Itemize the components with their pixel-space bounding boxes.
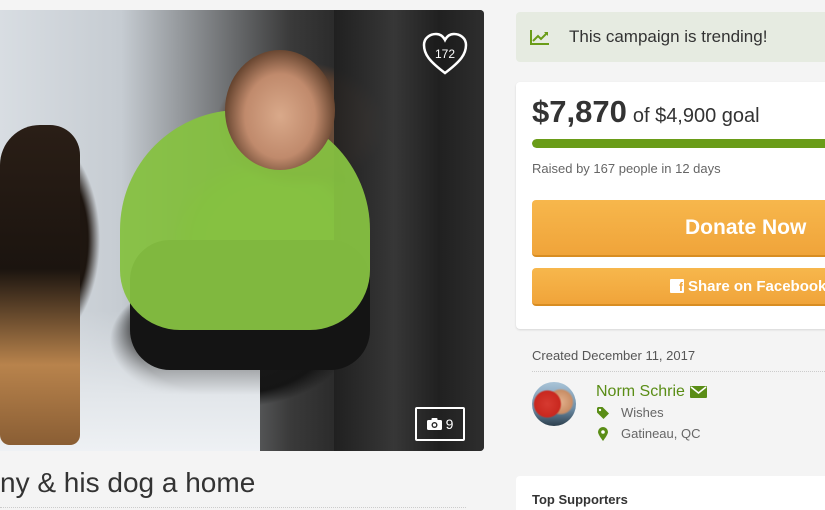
campaign-title: ny & his dog a home	[0, 467, 256, 498]
top-supporters-heading: Top Supporters	[532, 492, 628, 507]
title-divider	[0, 507, 466, 508]
map-marker-icon	[596, 426, 609, 441]
created-date: Created December 11, 2017	[532, 348, 696, 363]
heart-button[interactable]: 172	[421, 32, 469, 76]
campaign-photo[interactable]: 172 9	[0, 10, 484, 451]
organizer-category: Wishes	[621, 405, 664, 420]
tag-icon	[596, 406, 609, 419]
amount-raised: $7,870	[532, 94, 627, 129]
trending-banner: This campaign is trending!	[516, 12, 825, 62]
goal-text: of $4,900 goal	[632, 105, 760, 127]
share-facebook-button[interactable]: f Share on Facebook	[532, 268, 825, 306]
organizer-location-row: Gatineau, QC	[596, 426, 701, 441]
progress-fill	[532, 139, 825, 148]
created-divider	[532, 371, 825, 372]
share-facebook-label: Share on Facebook	[688, 277, 825, 295]
organizer-location: Gatineau, QC	[621, 426, 701, 441]
organizer-name-link[interactable]: Norm Schrie	[596, 383, 707, 401]
organizer-avatar[interactable]	[532, 382, 576, 426]
photo-person-head	[225, 50, 335, 170]
heart-count: 172	[434, 47, 456, 61]
organizer-category-row: Wishes	[596, 405, 664, 420]
photo-count: 9	[445, 416, 454, 432]
trending-chart-icon	[530, 30, 549, 45]
amount-line: $7,870 of $4,900 goal	[532, 94, 760, 130]
top-supporters-card: Top Supporters	[516, 476, 825, 510]
camera-icon	[426, 418, 442, 430]
photo-dog	[0, 125, 80, 445]
photo-gallery-button[interactable]: 9	[415, 407, 465, 441]
donation-card: $7,870 of $4,900 goal Raised by 167 peop…	[516, 82, 825, 329]
facebook-icon: f	[670, 279, 684, 293]
trending-text: This campaign is trending!	[569, 27, 768, 46]
organizer-name: Norm Schrie	[596, 383, 685, 400]
donate-now-button[interactable]: Donate Now	[532, 200, 825, 257]
raised-by-text: Raised by 167 people in 12 days	[532, 161, 721, 176]
envelope-icon[interactable]	[689, 386, 707, 398]
progress-bar	[532, 139, 825, 148]
